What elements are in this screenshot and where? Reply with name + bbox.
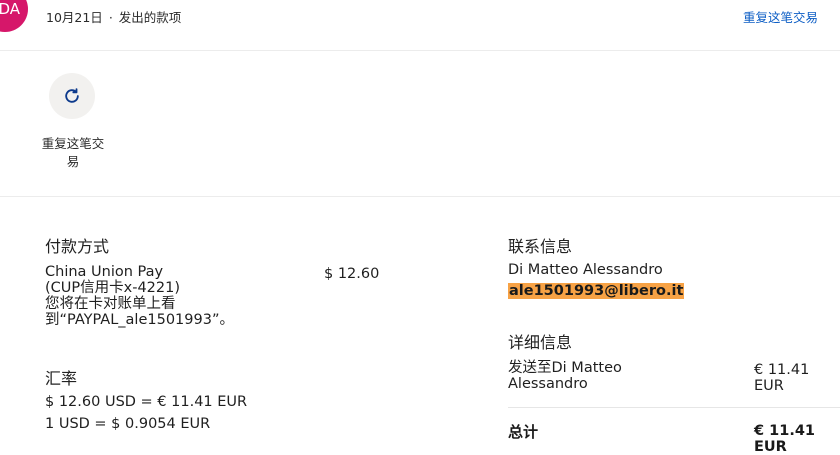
- contact-info-heading: 联系信息: [508, 237, 573, 256]
- refresh-icon: [65, 88, 79, 103]
- repeat-transaction-label[interactable]: 重复这笔交易: [36, 135, 110, 171]
- sent-to-label: 发送至Di Matteo Alessandro: [508, 360, 622, 392]
- exchange-rate-line-2: 1 USD = $ 0.9054 EUR: [45, 416, 211, 432]
- date-status-line: 10月21日 · 发出的款项: [46, 7, 181, 26]
- contact-name: Di Matteo Alessandro: [508, 262, 663, 278]
- payment-method-details: China Union Pay (CUP信用卡x-4221) 您将在卡对账单上看…: [45, 264, 305, 328]
- details-divider: [508, 407, 840, 408]
- total-label: 总计: [508, 423, 539, 441]
- statement-note: 您将在卡对账单上看到“PAYPAL_ale1501993”。: [45, 296, 234, 328]
- repeat-transaction-button[interactable]: [49, 73, 95, 119]
- payment-method-heading: 付款方式: [45, 237, 110, 256]
- repeat-transaction-link[interactable]: 重复这笔交易: [743, 7, 818, 26]
- transaction-date: 10月21日: [46, 10, 103, 25]
- details-heading: 详细信息: [508, 333, 573, 352]
- total-amount: € 11.41 EUR: [754, 423, 816, 455]
- exchange-rate-heading: 汇率: [45, 369, 78, 388]
- sent-amount: € 11.41 EUR: [754, 362, 810, 394]
- contact-email[interactable]: ale1501993@libero.it: [508, 283, 685, 299]
- exchange-rate-line-1: $ 12.60 USD = € 11.41 EUR: [45, 394, 248, 410]
- payment-amount: $ 12.60: [324, 266, 380, 282]
- payment-method-name: China Union Pay: [45, 264, 164, 280]
- avatar: DA: [0, 0, 28, 32]
- avatar-initials: DA: [0, 0, 20, 18]
- payment-card-info: (CUP信用卡x-4221): [45, 280, 181, 296]
- actions-bar: 重复这笔交易: [0, 51, 840, 197]
- separator-dot: ·: [108, 10, 113, 25]
- transaction-header: DA 10月21日 · 发出的款项 重复这笔交易: [0, 0, 840, 51]
- transaction-status: 发出的款项: [118, 10, 182, 25]
